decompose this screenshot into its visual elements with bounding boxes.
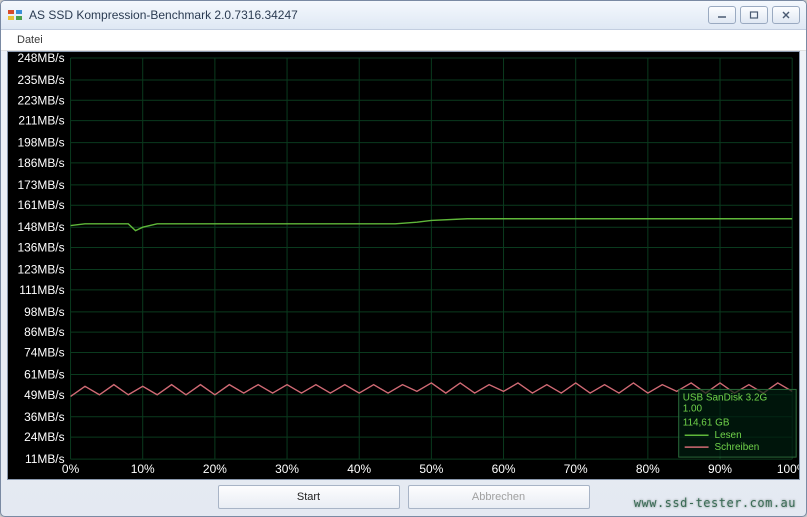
svg-text:49MB/s: 49MB/s <box>24 388 65 402</box>
close-button[interactable] <box>772 6 800 24</box>
svg-text:24MB/s: 24MB/s <box>24 430 65 444</box>
svg-text:11MB/s: 11MB/s <box>25 452 65 466</box>
svg-text:1.00: 1.00 <box>683 403 703 414</box>
svg-text:100%: 100% <box>777 462 799 476</box>
window-title: AS SSD Kompression-Benchmark 2.0.7316.34… <box>29 8 708 22</box>
svg-text:198MB/s: 198MB/s <box>17 136 64 150</box>
chart-area: 11MB/s 24MB/s 36MB/s 49MB/s 61MB/s 74MB/s 86MB… <box>7 51 800 480</box>
svg-text:70%: 70% <box>564 462 588 476</box>
svg-text:136MB/s: 136MB/s <box>17 241 64 255</box>
svg-text:186MB/s: 186MB/s <box>17 156 64 170</box>
svg-text:74MB/s: 74MB/s <box>24 345 65 359</box>
svg-text:USB SanDisk 3.2G: USB SanDisk 3.2G <box>683 392 768 403</box>
svg-text:114,61 GB: 114,61 GB <box>683 417 730 428</box>
benchmark-chart: 11MB/s 24MB/s 36MB/s 49MB/s 61MB/s 74MB/s 86MB… <box>8 52 799 479</box>
svg-text:10%: 10% <box>131 462 155 476</box>
svg-text:40%: 40% <box>347 462 371 476</box>
svg-text:Schreiben: Schreiben <box>715 442 760 453</box>
svg-text:90%: 90% <box>708 462 732 476</box>
maximize-button[interactable] <box>740 6 768 24</box>
menu-file[interactable]: Datei <box>9 32 51 48</box>
start-button[interactable]: Start <box>218 485 400 509</box>
app-icon <box>7 7 23 23</box>
svg-text:36MB/s: 36MB/s <box>24 410 65 424</box>
svg-text:148MB/s: 148MB/s <box>17 220 64 234</box>
svg-text:173MB/s: 173MB/s <box>17 178 64 192</box>
svg-text:211MB/s: 211MB/s <box>18 114 64 128</box>
svg-text:61MB/s: 61MB/s <box>24 367 65 381</box>
minimize-button[interactable] <box>708 6 736 24</box>
svg-text:Lesen: Lesen <box>715 430 742 441</box>
svg-text:86MB/s: 86MB/s <box>24 325 65 339</box>
svg-text:0%: 0% <box>62 462 80 476</box>
svg-text:248MB/s: 248MB/s <box>17 52 64 65</box>
svg-text:98MB/s: 98MB/s <box>24 305 65 319</box>
svg-text:223MB/s: 223MB/s <box>17 93 64 107</box>
menubar: Datei <box>1 30 806 51</box>
svg-text:235MB/s: 235MB/s <box>17 73 64 87</box>
svg-text:30%: 30% <box>275 462 299 476</box>
svg-text:20%: 20% <box>203 462 227 476</box>
svg-text:161MB/s: 161MB/s <box>17 198 64 212</box>
svg-text:50%: 50% <box>419 462 443 476</box>
svg-text:80%: 80% <box>636 462 660 476</box>
watermark: www.ssd-tester.com.au <box>634 496 796 510</box>
app-window: AS SSD Kompression-Benchmark 2.0.7316.34… <box>0 0 807 517</box>
svg-text:123MB/s: 123MB/s <box>17 263 64 277</box>
svg-text:60%: 60% <box>492 462 516 476</box>
cancel-button: Abbrechen <box>408 485 590 509</box>
svg-text:111MB/s: 111MB/s <box>19 283 64 297</box>
titlebar[interactable]: AS SSD Kompression-Benchmark 2.0.7316.34… <box>1 1 806 30</box>
window-controls <box>708 6 800 24</box>
